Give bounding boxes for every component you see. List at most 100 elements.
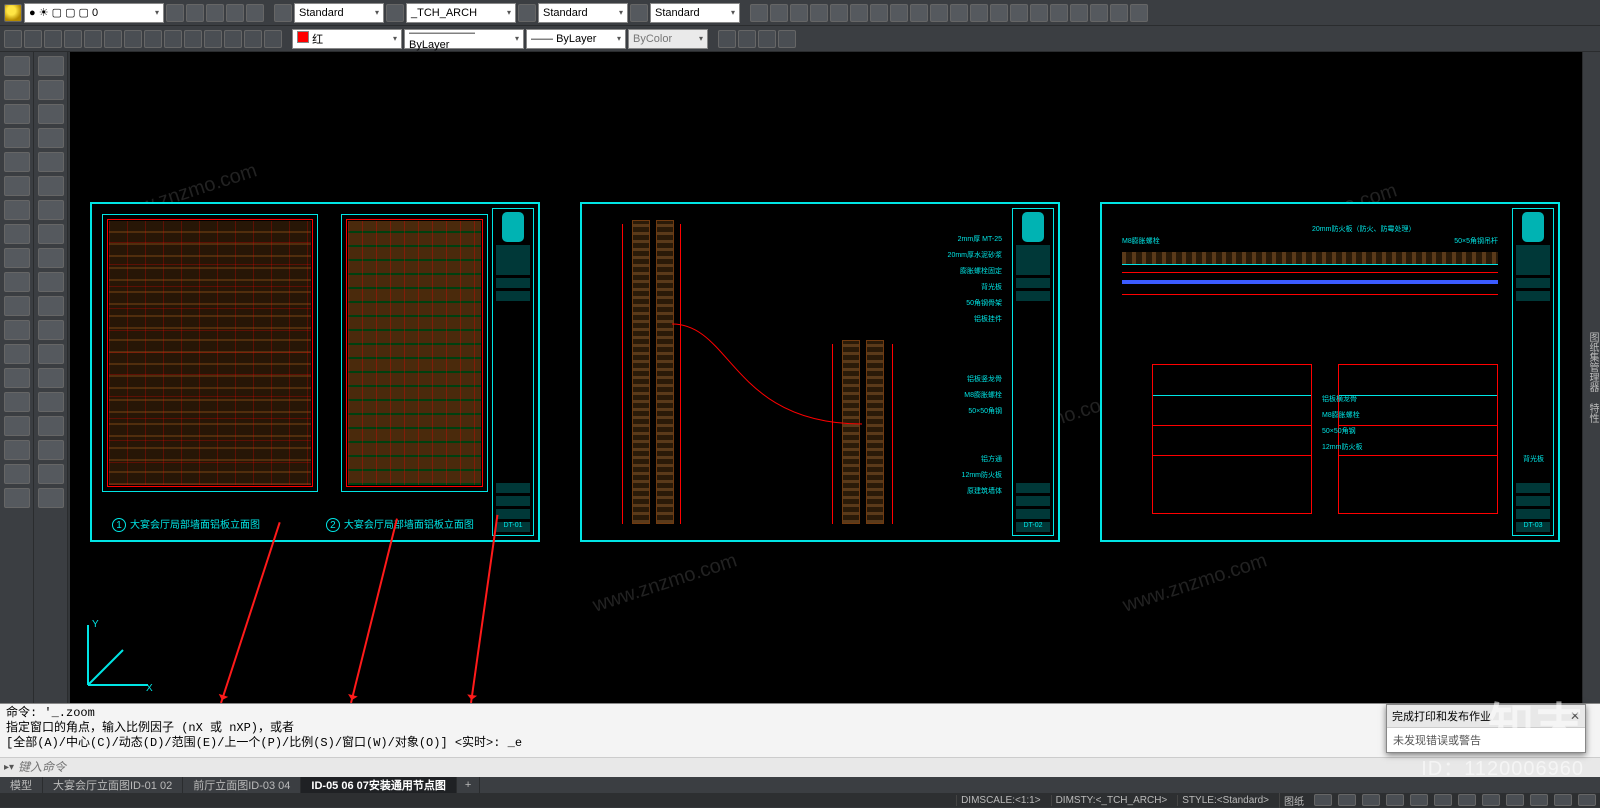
command-input[interactable] <box>18 761 1596 775</box>
status-toggle[interactable] <box>1506 794 1524 806</box>
prop-tool-icon[interactable] <box>718 30 736 48</box>
dim-tool-icon[interactable] <box>184 30 202 48</box>
line-tool[interactable] <box>4 56 30 76</box>
draw-tool[interactable] <box>4 440 30 460</box>
extend-tool[interactable] <box>38 224 64 244</box>
std-tool-icon[interactable] <box>1070 4 1088 22</box>
modify-tool[interactable] <box>38 488 64 508</box>
layer-tool-icon[interactable] <box>246 4 264 22</box>
status-style[interactable]: STYLE:<Standard> <box>1177 795 1273 806</box>
dim-tool-icon[interactable] <box>144 30 162 48</box>
dim-tool-icon[interactable] <box>104 30 122 48</box>
dim-tool-icon[interactable] <box>64 30 82 48</box>
pline-tool[interactable] <box>4 80 30 100</box>
color-dropdown[interactable]: 红 ▾ <box>292 29 402 49</box>
status-toggle[interactable] <box>1482 794 1500 806</box>
dim-tool-icon[interactable] <box>44 30 62 48</box>
layer-states-icon[interactable] <box>4 4 22 22</box>
std-tool-icon[interactable] <box>830 4 848 22</box>
lineweight-dropdown[interactable]: —— ByLayer ▾ <box>526 29 626 49</box>
modify-tool[interactable] <box>38 392 64 412</box>
std-tool-icon[interactable] <box>1090 4 1108 22</box>
layer-dropdown[interactable]: ● ☀ ▢ ▢ ▢ 0 ▾ <box>24 3 164 23</box>
tab-layout-2[interactable]: 前厅立面图ID-03 04 <box>183 777 301 793</box>
dim-tool-icon[interactable] <box>4 30 22 48</box>
std-tool-icon[interactable] <box>790 4 808 22</box>
chamfer-tool[interactable] <box>38 296 64 316</box>
status-toggle[interactable] <box>1386 794 1404 806</box>
linetype-dropdown[interactable]: —————— ByLayer ▾ <box>404 29 524 49</box>
status-toggle[interactable] <box>1554 794 1572 806</box>
std-tool-icon[interactable] <box>1110 4 1128 22</box>
mtext-tool[interactable] <box>4 416 30 436</box>
modify-tool[interactable] <box>38 464 64 484</box>
table-tool[interactable] <box>4 344 30 364</box>
trim-tool[interactable] <box>38 200 64 220</box>
text-style-icon[interactable] <box>274 4 292 22</box>
std-tool-icon[interactable] <box>1010 4 1028 22</box>
status-toggle[interactable] <box>1458 794 1476 806</box>
dim-tool-icon[interactable] <box>84 30 102 48</box>
dim-tool-icon[interactable] <box>204 30 222 48</box>
rotate-tool[interactable] <box>38 104 64 124</box>
status-toggle[interactable] <box>1362 794 1380 806</box>
dim-tool-icon[interactable] <box>244 30 262 48</box>
std-tool-icon[interactable] <box>930 4 948 22</box>
copy-tool[interactable] <box>38 80 64 100</box>
offset-tool[interactable] <box>38 248 64 268</box>
point-tool[interactable] <box>4 272 30 292</box>
dim-style-dropdown[interactable]: _TCH_ARCH ▾ <box>406 3 516 23</box>
dim-tool-icon[interactable] <box>264 30 282 48</box>
std-tool-icon[interactable] <box>810 4 828 22</box>
std-tool-icon[interactable] <box>1130 4 1148 22</box>
region-tool[interactable] <box>4 368 30 388</box>
mleader-style-dropdown[interactable]: Standard ▾ <box>538 3 628 23</box>
prop-tool-icon[interactable] <box>778 30 796 48</box>
status-toggle[interactable] <box>1314 794 1332 806</box>
scale-tool[interactable] <box>38 152 64 172</box>
layer-tool-icon[interactable] <box>226 4 244 22</box>
polygon-tool[interactable] <box>4 176 30 196</box>
modify-tool[interactable] <box>38 440 64 460</box>
close-icon[interactable]: ✕ <box>1570 709 1580 723</box>
arc-tool[interactable] <box>4 128 30 148</box>
dim-tool-icon[interactable] <box>124 30 142 48</box>
model-viewport[interactable]: www.znzmo.com www.znzmo.com www.znzmo.co… <box>70 52 1582 703</box>
insert-tool[interactable] <box>4 320 30 340</box>
status-paper[interactable]: 图纸 <box>1279 793 1308 808</box>
status-toggle[interactable] <box>1530 794 1548 806</box>
layer-tool-icon[interactable] <box>166 4 184 22</box>
mleader-style-icon[interactable] <box>518 4 536 22</box>
tab-layout-3[interactable]: ID-05 06 07安装通用节点图 <box>301 777 456 793</box>
std-tool-icon[interactable] <box>970 4 988 22</box>
explode-tool[interactable] <box>38 368 64 388</box>
fillet-tool[interactable] <box>38 272 64 292</box>
right-panel-collapsed[interactable]: 图纸集管理器 特性 <box>1582 52 1600 703</box>
dim-tool-icon[interactable] <box>164 30 182 48</box>
std-tool-icon[interactable] <box>870 4 888 22</box>
tab-add[interactable]: + <box>457 777 480 793</box>
table-style-icon[interactable] <box>630 4 648 22</box>
text-tool[interactable] <box>4 392 30 412</box>
draw-tool[interactable] <box>4 488 30 508</box>
stretch-tool[interactable] <box>38 176 64 196</box>
prop-tool-icon[interactable] <box>758 30 776 48</box>
std-tool-icon[interactable] <box>1030 4 1048 22</box>
mirror-tool[interactable] <box>38 128 64 148</box>
layer-tool-icon[interactable] <box>186 4 204 22</box>
std-tool-icon[interactable] <box>1050 4 1068 22</box>
dim-style-icon[interactable] <box>386 4 404 22</box>
ellipse-tool[interactable] <box>4 200 30 220</box>
status-toggle[interactable] <box>1410 794 1428 806</box>
tab-model[interactable]: 模型 <box>0 777 43 793</box>
status-toggle[interactable] <box>1338 794 1356 806</box>
table-style-dropdown[interactable]: Standard ▾ <box>650 3 740 23</box>
draw-tool[interactable] <box>4 464 30 484</box>
dim-tool-icon[interactable] <box>24 30 42 48</box>
circle-tool[interactable] <box>4 104 30 124</box>
std-tool-icon[interactable] <box>890 4 908 22</box>
text-style-dropdown[interactable]: Standard ▾ <box>294 3 384 23</box>
prop-tool-icon[interactable] <box>738 30 756 48</box>
status-dimsty[interactable]: DIMSTY:<_TCH_ARCH> <box>1051 795 1172 806</box>
array-tool[interactable] <box>38 320 64 340</box>
